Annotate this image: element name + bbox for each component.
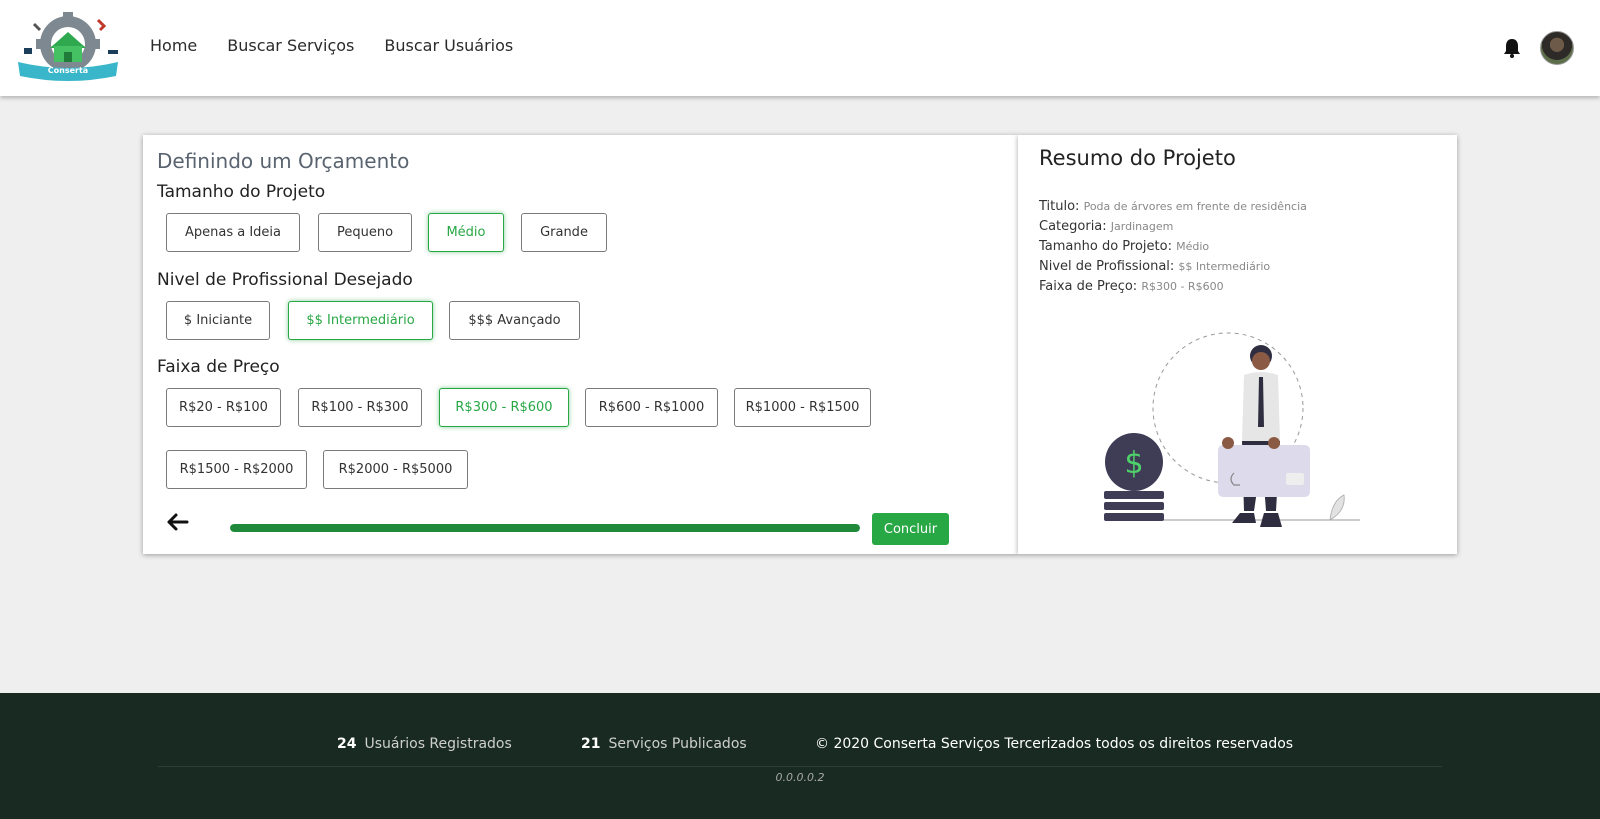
nav-home[interactable]: Home (150, 36, 197, 55)
registered-users-stat: 24 Usuários Registrados (337, 736, 512, 752)
summary-label: Titulo: (1039, 199, 1080, 214)
summary-label: Faixa de Preço: (1039, 279, 1138, 294)
summary-row-categoria: Categoria: Jardinagem (1039, 217, 1307, 237)
dollar-icon: $ (1124, 446, 1143, 481)
user-avatar[interactable] (1540, 31, 1574, 65)
price-option-300-600[interactable]: R$300 - R$600 (439, 388, 569, 427)
price-option-20-100[interactable]: R$20 - R$100 (166, 388, 281, 427)
price-option-1000-1500[interactable]: R$1000 - R$1500 (734, 388, 871, 427)
summary-value: Jardinagem (1110, 220, 1174, 233)
size-option-ideia[interactable]: Apenas a Ideia (166, 213, 300, 252)
summary-value: Poda de árvores em frente de residência (1083, 200, 1307, 213)
stat-label: Usuários Registrados (364, 736, 512, 752)
nav-buscar-usuarios[interactable]: Buscar Usuários (384, 36, 513, 55)
size-option-medio[interactable]: Médio (428, 213, 504, 252)
concluir-button[interactable]: Concluir (872, 513, 949, 545)
summary-row-faixa: Faixa de Preço: R$300 - R$600 (1039, 277, 1307, 297)
summary-row-titulo: Titulo: Poda de árvores em frente de res… (1039, 197, 1307, 217)
level-option-intermediario[interactable]: $$ Intermediário (288, 301, 433, 340)
summary-title: Resumo do Projeto (1039, 146, 1236, 170)
price-option-100-300[interactable]: R$100 - R$300 (298, 388, 422, 427)
size-option-grande[interactable]: Grande (521, 213, 607, 252)
progress-fill (230, 524, 860, 532)
copyright-text: © 2020 Conserta Serviços Tercerizados to… (815, 736, 1294, 752)
nav-buscar-servicos[interactable]: Buscar Serviços (227, 36, 354, 55)
summary-label: Categoria: (1039, 219, 1107, 234)
stat-label: Serviços Publicados (608, 736, 747, 752)
payment-illustration: $ (1104, 332, 1360, 527)
progress-bar (230, 524, 860, 532)
size-option-pequeno[interactable]: Pequeno (318, 213, 412, 252)
professional-level-label: Nivel de Profissional Desejado (157, 270, 413, 290)
logo-text: Conserta (48, 66, 88, 75)
level-option-iniciante[interactable]: $ Iniciante (166, 301, 270, 340)
stat-count: 21 (581, 736, 601, 752)
summary-label: Tamanho do Projeto: (1039, 239, 1172, 254)
project-size-label: Tamanho do Projeto (157, 182, 326, 202)
stat-count: 24 (337, 736, 357, 752)
summary-list: Titulo: Poda de árvores em frente de res… (1039, 197, 1307, 297)
published-services-stat: 21 Serviços Publicados (581, 736, 747, 752)
footer: 24 Usuários Registrados 21 Serviços Public… (0, 693, 1600, 819)
footer-divider (158, 766, 1442, 767)
budget-card: Definindo um Orçamento Tamanho do Projet… (143, 135, 1018, 554)
summary-label: Nivel de Profissional: (1039, 259, 1175, 274)
price-option-600-1000[interactable]: R$600 - R$1000 (585, 388, 718, 427)
summary-value: $$ Intermediário (1178, 260, 1271, 273)
level-option-avancado[interactable]: $$$ Avançado (449, 301, 580, 340)
summary-row-nivel: Nivel de Profissional: $$ Intermediário (1039, 257, 1307, 277)
price-option-2000-5000[interactable]: R$2000 - R$5000 (323, 450, 468, 489)
arrow-left-icon[interactable] (165, 512, 189, 532)
version-text: 0.0.0.0.2 (775, 771, 825, 784)
main-nav: Home Buscar Serviços Buscar Usuários (150, 36, 513, 55)
bell-icon[interactable] (1503, 38, 1521, 58)
price-option-1500-2000[interactable]: R$1500 - R$2000 (166, 450, 307, 489)
conserta-logo[interactable]: Conserta (12, 10, 124, 84)
summary-value: R$300 - R$600 (1141, 280, 1224, 293)
project-summary-card: Resumo do Projeto Titulo: Poda de árvore… (1018, 135, 1457, 554)
budget-title: Definindo um Orçamento (157, 149, 410, 173)
summary-row-tamanho: Tamanho do Projeto: Médio (1039, 237, 1307, 257)
price-range-label: Faixa de Preço (157, 357, 280, 377)
summary-value: Médio (1176, 240, 1210, 253)
top-navbar: Conserta Home Buscar Serviços Buscar Usu… (0, 0, 1600, 96)
